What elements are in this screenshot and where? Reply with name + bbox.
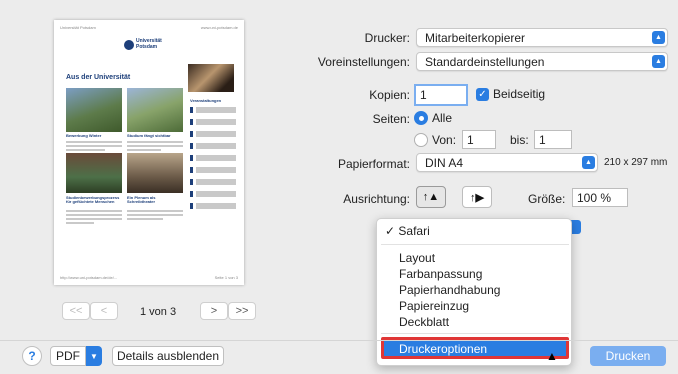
help-icon: ? <box>28 349 36 363</box>
pages-to-input[interactable]: 1 <box>534 130 572 149</box>
menu-item-paper-handling[interactable]: Papierhandhabung <box>399 283 500 297</box>
paper-size-label: Papierformat: <box>337 157 410 171</box>
paper-size-value: DIN A4 <box>425 155 464 170</box>
article-text-3 <box>66 210 122 226</box>
page-preview: Universität Potsdam www.uni-potsdam.de U… <box>54 20 244 285</box>
logo-mark-icon <box>124 40 134 50</box>
portrait-orientation-button[interactable]: ↑▲ <box>416 186 446 208</box>
article-caption-4: Ein Plenum als Schreibtheater <box>127 195 156 205</box>
checkmark-icon: ✓ <box>385 224 399 238</box>
menu-item-safari[interactable]: ✓ Safari <box>385 224 430 238</box>
chevron-down-icon: ▼ <box>90 351 98 361</box>
menu-item-printer-options-label: Druckeroptionen <box>399 342 488 356</box>
first-page-button[interactable]: << <box>62 302 90 320</box>
presets-select[interactable]: Standardeinstellungen ▲︎ <box>416 52 668 71</box>
preview-header-left: Universität Potsdam <box>60 25 96 30</box>
menu-separator <box>381 333 569 334</box>
chevron-updown-icon: ▲︎ <box>652 31 665 44</box>
article-image-1 <box>66 88 122 132</box>
printer-value: Mitarbeiterkopierer <box>425 30 526 45</box>
printer-label: Drucker: <box>364 31 410 45</box>
checkmark-icon: ✓ <box>478 89 487 100</box>
page-indicator: 1 von 3 <box>140 306 177 318</box>
duplex-label: Beidseitig <box>493 87 546 101</box>
article-text-2 <box>127 141 183 153</box>
previous-page-button[interactable]: < <box>90 302 118 320</box>
portrait-icon: ↑▲ <box>422 191 440 203</box>
article-image-2 <box>127 88 183 132</box>
landscape-icon: ↑▶ <box>470 191 484 204</box>
pages-to-text: bis: <box>510 133 529 147</box>
article-caption-1: Bewerbung Winter <box>66 133 102 138</box>
paper-dimensions: 210 x 297 mm <box>604 157 668 168</box>
article-text-1 <box>66 141 122 153</box>
menu-item-paper-feed[interactable]: Papiereinzug <box>399 299 469 313</box>
duplex-checkbox[interactable]: ✓ <box>476 88 489 101</box>
presets-value: Standardeinstellungen <box>425 54 545 69</box>
article-text-4 <box>127 210 183 222</box>
chevron-updown-icon: ▲︎ <box>652 55 665 68</box>
landscape-orientation-button[interactable]: ↑▶ <box>462 186 492 208</box>
menu-item-safari-label: Safari <box>398 224 430 238</box>
events-title: Veranstaltungen <box>190 98 222 103</box>
copies-label: Kopien: <box>369 88 410 102</box>
help-button[interactable]: ? <box>22 346 42 366</box>
preview-footer-right: Seite 1 von 3 <box>214 274 238 280</box>
bottom-divider <box>0 340 678 341</box>
options-menu: ✓ Safari Layout Farbanpassung Papierhand… <box>376 218 572 366</box>
preview-pane: Universität Potsdam www.uni-potsdam.de U… <box>0 0 300 340</box>
preview-header-right: www.uni-potsdam.de <box>200 25 238 30</box>
scale-input[interactable]: 100 % <box>572 188 628 207</box>
hide-details-button[interactable]: Details ausblenden <box>112 346 224 366</box>
menu-separator <box>381 244 569 245</box>
section-title: Aus der Universität <box>66 74 131 81</box>
article-image-4 <box>127 153 183 193</box>
pages-to-label: bis: <box>510 133 529 147</box>
paper-size-select[interactable]: DIN A4 ▲︎ <box>416 153 598 172</box>
university-logo: Universität Potsdam <box>124 38 184 54</box>
print-button[interactable]: Drucken <box>590 346 666 366</box>
chevron-updown-icon: ▲︎ <box>582 156 595 169</box>
hero-image <box>188 64 234 92</box>
menu-item-layout[interactable]: Layout <box>399 251 435 265</box>
logo-text: Universität Potsdam <box>136 38 162 50</box>
article-image-3 <box>66 153 122 193</box>
menu-item-cover-page[interactable]: Deckblatt <box>399 315 449 329</box>
pointer-cursor-icon: ▲ <box>546 349 558 363</box>
pages-all-radio[interactable] <box>414 111 428 125</box>
events-sidebar: Veranstaltungen <box>190 98 236 215</box>
pages-all-label: Alle <box>432 111 453 125</box>
preview-header: Universität Potsdam www.uni-potsdam.de <box>60 25 238 30</box>
pages-range-radio[interactable] <box>414 133 428 147</box>
next-page-button[interactable]: > <box>200 302 228 320</box>
preview-footer: http://www.uni-potsdam.de/de/... Seite 1… <box>60 274 238 280</box>
pages-label: Seiten: <box>372 112 410 126</box>
article-caption-3: Studienbewerbungsprozess für geflüchtete… <box>66 195 120 205</box>
pages-from-label: Von: <box>432 133 457 147</box>
copies-input[interactable]: 1 <box>414 84 468 106</box>
presets-label: Voreinstellungen: <box>317 55 410 69</box>
pages-from-input[interactable]: 1 <box>462 130 496 149</box>
preview-footer-left: http://www.uni-potsdam.de/de/... <box>60 274 118 280</box>
last-page-button[interactable]: >> <box>228 302 256 320</box>
pdf-button[interactable]: PDF <box>50 346 86 366</box>
printer-select[interactable]: Mitarbeiterkopierer ▲︎ <box>416 28 668 47</box>
orientation-label: Ausrichtung: <box>343 192 410 206</box>
scale-label: Größe: <box>528 192 566 206</box>
menu-item-color-matching[interactable]: Farbanpassung <box>399 267 482 281</box>
article-caption-2: Studium fängt sichtbar <box>127 133 171 138</box>
pdf-menu-button[interactable]: ▼ <box>86 346 102 366</box>
